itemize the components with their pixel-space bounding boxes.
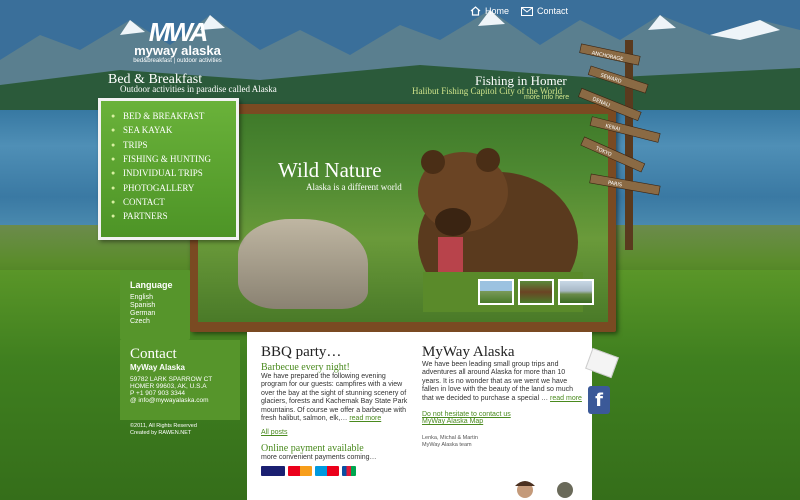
fishing-more-link[interactable]: more info here (524, 94, 569, 101)
menu-item-bed-breakfast[interactable]: ● BED & BREAKFAST (111, 109, 236, 123)
bullet-icon: ● (111, 140, 116, 149)
menu-item-photogallery[interactable]: ● PHOTOGALLERY (111, 180, 236, 194)
top-navigation: Home Contact (470, 0, 590, 22)
bullet-icon: ● (111, 169, 116, 178)
contact-address-line1: 59782 LARK SPARROW CT (130, 376, 213, 383)
created-by-link[interactable]: Created by RAWEN.NET (130, 430, 197, 437)
thumbnail-bear[interactable] (518, 279, 554, 305)
bullet-icon: ● (111, 183, 116, 192)
thumbnail-landscape[interactable] (558, 279, 594, 305)
slide-subtitle: Alaska is a different world (306, 182, 402, 192)
menu-item-label: PHOTOGALLERY (123, 182, 195, 193)
bbq-text: We have prepared the following evening p… (261, 373, 411, 423)
contact-address-line2: HOMER 99603, AK, U.S.A (130, 383, 207, 390)
about-read-more-link[interactable]: read more (550, 395, 582, 402)
map-link[interactable]: MyWay Alaska Map (422, 418, 582, 425)
menu-item-label: PARTNERS (123, 211, 168, 222)
menu-item-partners[interactable]: ● PARTNERS (111, 209, 236, 223)
slide-title: Wild Nature (278, 158, 382, 182)
mastercard-icon (288, 465, 312, 476)
nav-contact[interactable]: Contact (521, 6, 568, 16)
logo-mark: MWA (148, 17, 209, 47)
copyright: ©2011, All Rights Reserved Created by RA… (130, 423, 197, 437)
language-panel: Language English Spanish German Czech (120, 270, 190, 340)
menu-item-contact[interactable]: ● CONTACT (111, 195, 236, 209)
mail-icon[interactable] (585, 347, 619, 379)
nav-home-label: Home (485, 6, 510, 16)
bbq-read-more-link[interactable]: read more (349, 415, 381, 422)
contact-us-link[interactable]: Do not hesitate to contact us (422, 411, 582, 418)
bbq-body: We have prepared the following evening p… (261, 373, 408, 423)
bbq-title: BBQ party… (261, 344, 342, 360)
bullet-icon: ● (111, 155, 116, 164)
about-column: MyWay Alaska We have been leading small … (422, 344, 582, 449)
main-content: BBQ party… Barbecue every night! We have… (247, 332, 592, 500)
menu-item-label: FISHING & HUNTING (123, 154, 211, 165)
bbq-column: BBQ party… Barbecue every night! We have… (261, 344, 411, 476)
side-icons: f (585, 347, 619, 414)
menu-item-trips[interactable]: ● TRIPS (111, 138, 236, 152)
home-icon (470, 6, 481, 16)
contact-phone: P +1 907 903 3344 (130, 390, 186, 397)
contact-panel: Contact MyWay Alaska 59782 LARK SPARROW … (120, 340, 240, 420)
bbq-subtitle: Barbecue every night! (261, 362, 350, 373)
slideshow-photo: Wild Nature Alaska is a different world (198, 114, 608, 322)
menu-item-label: INDIVIDUAL TRIPS (123, 168, 203, 179)
about-text: We have been leading small group trips a… (422, 361, 582, 403)
menu-item-label: CONTACT (123, 196, 165, 207)
people-photo (515, 481, 573, 498)
slide-thumbnails (478, 279, 594, 305)
envelope-icon (521, 6, 534, 16)
payment-title: Online payment available (261, 443, 364, 455)
thumbnail-house[interactable] (478, 279, 514, 305)
all-posts-link[interactable]: All posts (261, 429, 411, 436)
slideshow-frame: Wild Nature Alaska is a different world (190, 104, 616, 332)
about-title: MyWay Alaska (422, 344, 515, 360)
logo-tagline: bed&breakfast | outdoor activities (133, 58, 222, 64)
menu-item-label: SEA KAYAK (123, 125, 173, 136)
nav-contact-label: Contact (537, 6, 569, 16)
payment-subtitle: more convenient payments coming… (261, 454, 377, 462)
jcb-icon (342, 465, 356, 476)
language-english[interactable]: English (130, 294, 180, 302)
language-title: Language (130, 280, 173, 290)
bullet-icon: ● (111, 126, 116, 135)
menu-item-sea-kayak[interactable]: ● SEA KAYAK (111, 123, 236, 137)
rock (238, 219, 368, 309)
contact-email[interactable]: @ info@mywayalaska.com (130, 397, 230, 404)
copyright-line: ©2011, All Rights Reserved (130, 423, 197, 429)
language-czech[interactable]: Czech (130, 318, 180, 326)
maestro-icon (315, 465, 339, 476)
sign-label-6: PARIS (607, 180, 622, 188)
contact-title: Contact (130, 346, 177, 362)
menu-item-individual-trips[interactable]: ● INDIVIDUAL TRIPS (111, 166, 236, 180)
signature-names: Lenka, Michal & Martin (422, 435, 478, 442)
site-logo[interactable]: MWA myway alaska bed&breakfast | outdoor… (125, 17, 230, 66)
signature-team: MyWay Alaska team (422, 442, 472, 449)
language-spanish[interactable]: Spanish (130, 302, 180, 310)
payment-cards (261, 465, 411, 476)
visa-icon (261, 465, 285, 476)
bb-subheading: Outdoor activities in paradise called Al… (120, 84, 277, 94)
bullet-icon: ● (111, 212, 116, 221)
menu-item-label: TRIPS (123, 139, 148, 150)
contact-name: MyWay Alaska (130, 363, 185, 372)
nav-home[interactable]: Home (470, 6, 509, 16)
menu-item-fishing-hunting[interactable]: ● FISHING & HUNTING (111, 152, 236, 166)
logo-name: myway alaska (134, 43, 221, 58)
signpost-graphic: ANCHORAGE SEWARD DENALI KENAI TOKYO PARI… (578, 40, 661, 250)
menu-item-label: BED & BREAKFAST (123, 111, 205, 122)
bullet-icon: ● (111, 112, 116, 121)
bullet-icon: ● (111, 197, 116, 206)
facebook-icon[interactable]: f (588, 386, 610, 414)
main-menu: ● BED & BREAKFAST ● SEA KAYAK ● TRIPS ● FISH… (98, 98, 239, 240)
language-german[interactable]: German (130, 310, 180, 318)
